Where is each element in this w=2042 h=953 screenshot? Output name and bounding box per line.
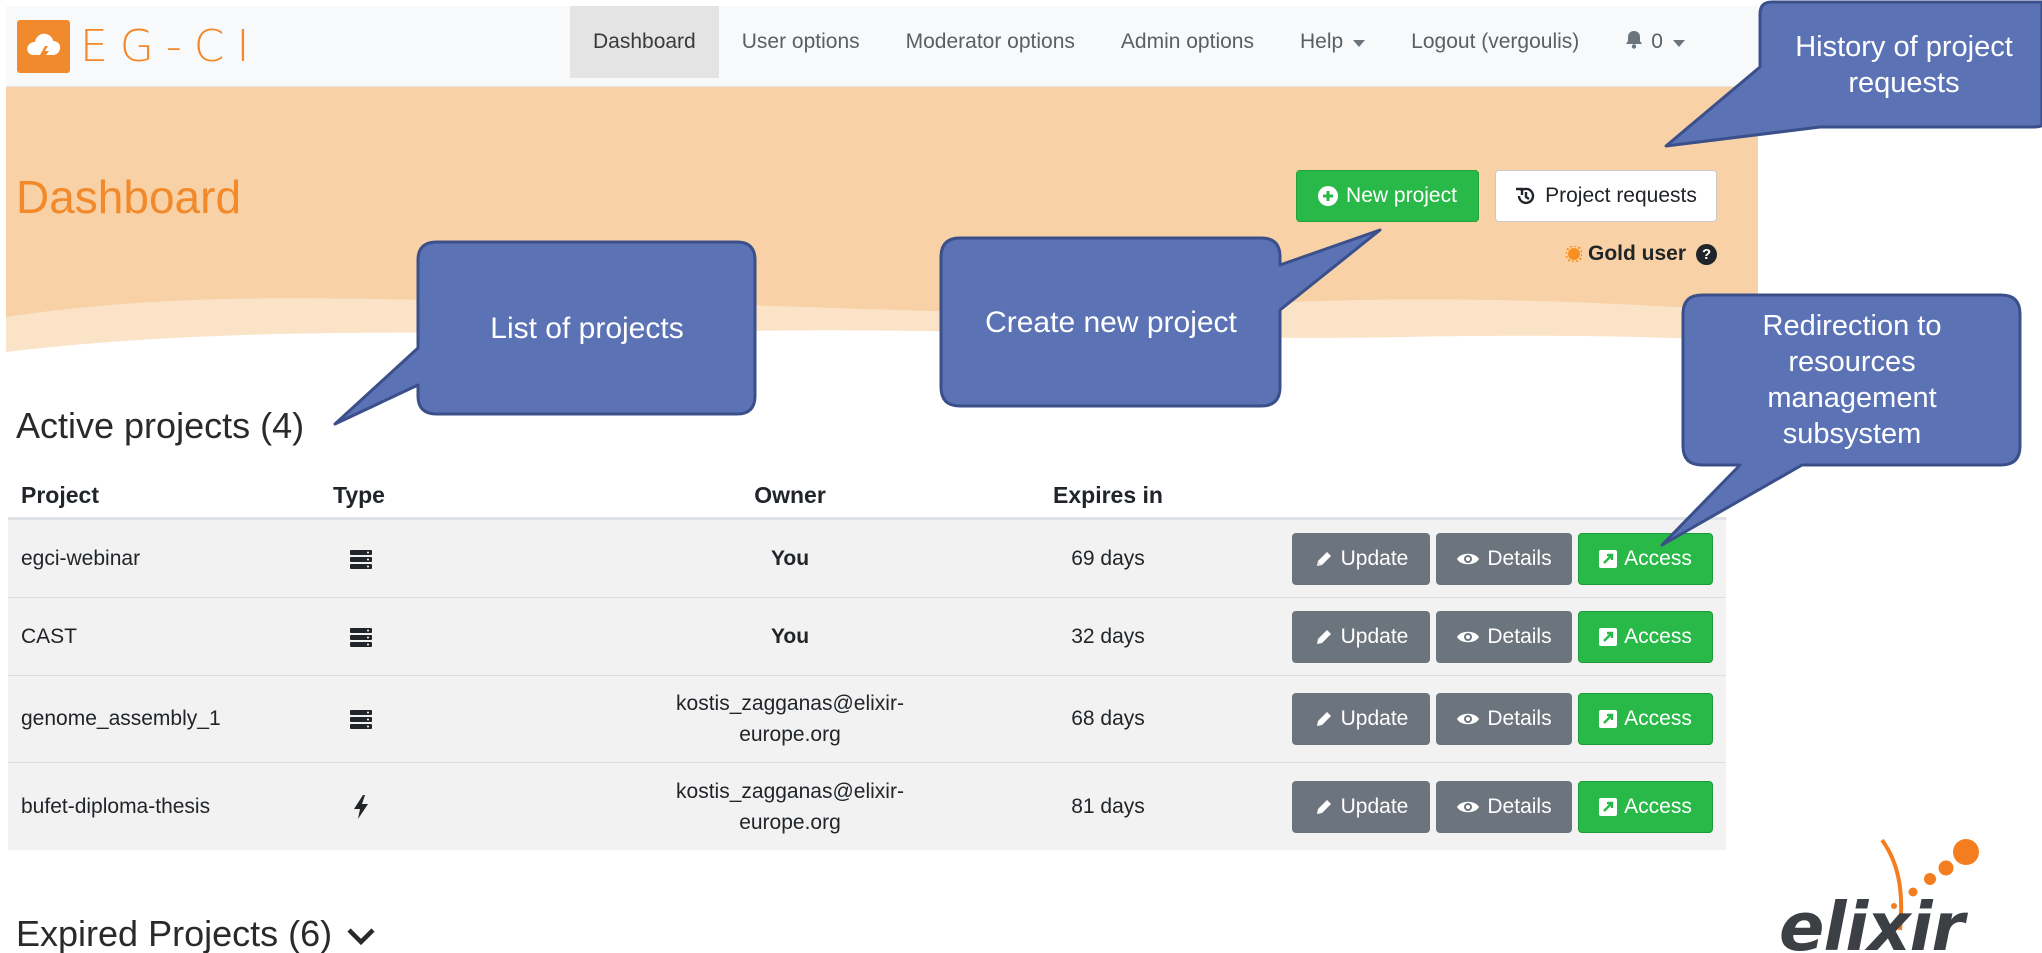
project-name: CAST (21, 624, 78, 648)
external-link-icon (1599, 549, 1618, 568)
project-owner: You (770, 547, 810, 570)
details-button[interactable]: Details (1436, 532, 1572, 585)
project-expiry: 68 days (1071, 707, 1145, 730)
caret-down-icon (1672, 39, 1685, 47)
sun-icon (1566, 246, 1582, 262)
project-expiry: 32 days (1071, 624, 1145, 648)
header-wave-decoration (6, 298, 1758, 365)
col-owner: Owner (754, 482, 826, 508)
eye-icon (1456, 629, 1480, 645)
elixir-logo: elixir (1770, 830, 2000, 953)
update-button[interactable]: Update (1292, 693, 1430, 745)
pencil-icon (1314, 549, 1334, 569)
user-tier-badge: Gold user ? (1566, 242, 1718, 266)
project-expiry: 81 days (1071, 794, 1145, 818)
external-link-icon (1599, 797, 1618, 816)
notifications-dropdown[interactable]: 0 (1602, 6, 1708, 78)
details-button[interactable]: Details (1436, 780, 1572, 833)
table-row: bufet-diploma-thesis kostis_zagganas@eli… (8, 763, 1726, 850)
nav-dashboard[interactable]: Dashboard (570, 6, 719, 78)
help-circle-icon[interactable]: ? (1696, 243, 1718, 265)
eye-icon (1456, 799, 1480, 815)
access-button[interactable]: Access (1578, 532, 1713, 585)
access-button[interactable]: Access (1578, 610, 1713, 663)
bolt-icon (353, 763, 369, 850)
details-button[interactable]: Details (1436, 693, 1572, 745)
project-name: genome_assembly_1 (21, 707, 221, 730)
callout-list-projects: List of projects (490, 311, 684, 345)
nav-admin-options[interactable]: Admin options (1098, 6, 1277, 78)
bell-icon (1625, 30, 1643, 55)
callout-create-project: Create new project (985, 305, 1237, 339)
main-nav: Dashboard User options Moderator options… (570, 6, 1708, 78)
cloud-bolt-icon (17, 19, 70, 73)
server-icon (350, 520, 372, 597)
update-button[interactable]: Update (1292, 610, 1430, 663)
active-projects-table: Project Type Owner Expires in egci-webin… (8, 470, 1726, 850)
dashboard-header: Dashboard (6, 87, 1758, 365)
col-expires: Expires in (1053, 482, 1163, 508)
nav-user-options[interactable]: User options (719, 6, 883, 78)
table-row: genome_assembly_1 kostis_zagganas@elixir… (8, 676, 1726, 763)
server-icon (350, 598, 372, 675)
access-button[interactable]: Access (1578, 693, 1713, 745)
active-projects-heading: Active projects (4) (16, 405, 305, 446)
project-expiry: 69 days (1071, 546, 1145, 570)
caret-down-icon (1353, 39, 1366, 47)
server-icon (350, 676, 372, 762)
access-button[interactable]: Access (1578, 780, 1713, 833)
table-row: egci-webinar You 69 days Update Details … (8, 520, 1726, 598)
pencil-icon (1314, 627, 1334, 647)
nav-help-dropdown[interactable]: Help (1277, 6, 1388, 78)
nav-moderator-options[interactable]: Moderator options (883, 6, 1098, 78)
project-owner: You (770, 625, 810, 648)
external-link-icon (1599, 627, 1618, 646)
callout-redirection: Redirection to resources management subs… (1762, 310, 1942, 450)
new-project-button[interactable]: New project (1296, 170, 1479, 222)
chevron-down-icon (346, 913, 376, 953)
notification-count: 0 (1651, 30, 1663, 53)
table-row: CAST You 32 days Update Details Access (8, 598, 1726, 676)
col-type: Type (333, 482, 385, 508)
expired-projects-toggle[interactable]: Expired Projects (6) (16, 913, 376, 953)
page-title: Dashboard (16, 171, 242, 223)
project-name: egci-webinar (21, 546, 141, 570)
callout-history: History of project requests (1795, 31, 2013, 99)
nav-logout[interactable]: Logout (vergoulis) (1388, 6, 1602, 78)
col-project: Project (21, 482, 99, 508)
pencil-icon (1314, 797, 1334, 817)
pencil-icon (1314, 709, 1334, 729)
elixir-wordmark: elixir (1779, 888, 1965, 953)
plus-circle-icon (1318, 186, 1339, 206)
table-header: Project Type Owner Expires in (8, 470, 1726, 520)
brand-logo[interactable]: EG-CI (17, 18, 261, 74)
eye-icon (1456, 551, 1480, 567)
eye-icon (1456, 711, 1480, 727)
update-button[interactable]: Update (1292, 780, 1430, 833)
project-name: bufet-diploma-thesis (21, 794, 211, 818)
project-owner: kostis_zagganas@elixir- europe.org (676, 692, 904, 746)
project-owner: kostis_zagganas@elixir- europe.org (676, 779, 904, 834)
brand-name: EG-CI (80, 20, 262, 72)
history-icon (1515, 185, 1537, 207)
update-button[interactable]: Update (1292, 532, 1430, 585)
external-link-icon (1599, 710, 1618, 728)
top-navbar: EG-CI Dashboard User options Moderator o… (6, 6, 1758, 87)
details-button[interactable]: Details (1436, 610, 1572, 663)
project-requests-button[interactable]: Project requests (1495, 170, 1717, 222)
expired-projects-heading: Expired Projects (6) (16, 913, 333, 953)
